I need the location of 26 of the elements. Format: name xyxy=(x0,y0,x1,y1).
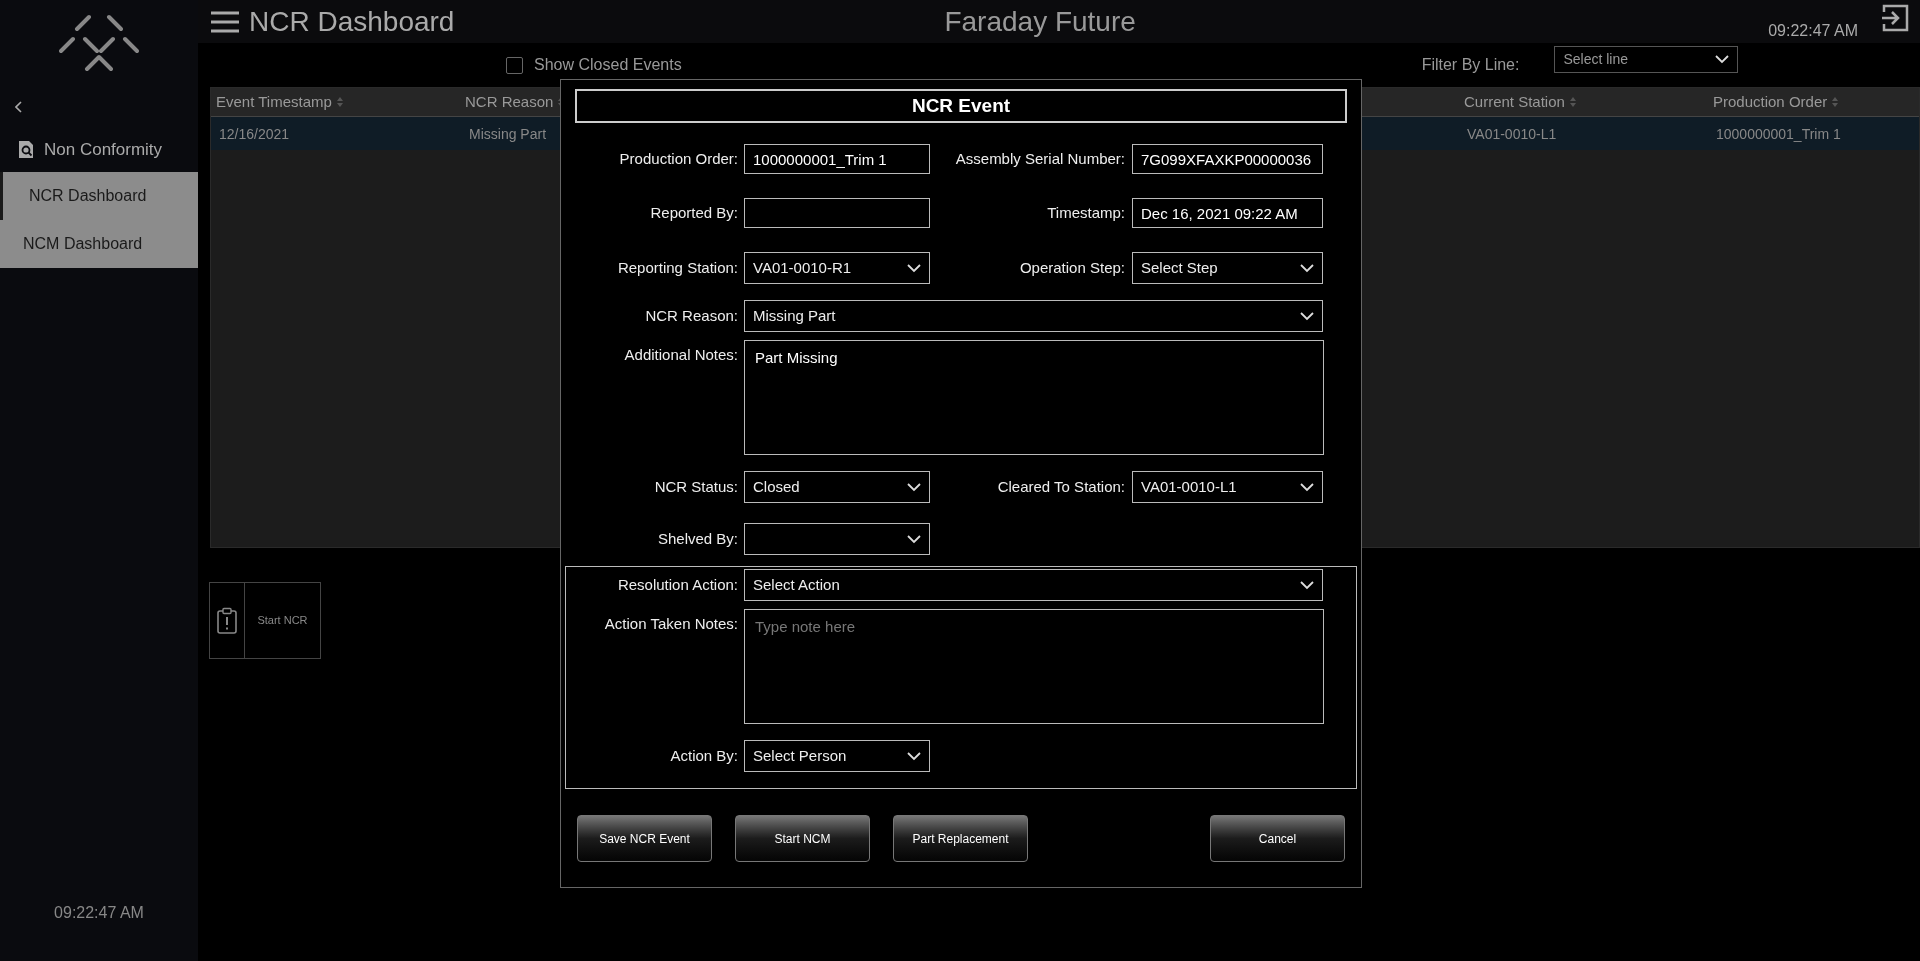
field-label: Resolution Action: xyxy=(616,574,738,595)
brand-title: Faraday Future xyxy=(944,4,1136,39)
field-label: Timestamp: xyxy=(1046,202,1125,223)
dialog-title: NCR Event xyxy=(911,93,1011,118)
field-label: NCR Reason: xyxy=(644,305,738,326)
field-label: Shelved By: xyxy=(656,528,738,549)
field-label: Action Taken Notes: xyxy=(603,614,738,634)
clock-text: 09:22:47 AM xyxy=(1768,20,1858,41)
section-title: Non Conformity xyxy=(44,138,163,161)
field-label: Action By: xyxy=(669,745,738,766)
checkbox-label: Show Closed Events xyxy=(534,55,682,75)
filter-label: Filter By Line: xyxy=(1421,55,1520,75)
table-cell: VA01-0010-L1 xyxy=(1467,125,1557,142)
clock-text: 09:22:47 AM xyxy=(53,903,145,923)
field-label: Production Order: xyxy=(618,148,738,169)
table-cell: 12/16/2021 xyxy=(219,125,290,142)
field-label: Reported By: xyxy=(649,202,738,223)
field-label: Additional Notes: xyxy=(623,345,738,365)
field-label: Cleared To Station: xyxy=(996,476,1125,497)
page-title: NCR Dashboard xyxy=(249,4,455,39)
field-label: NCR Status: xyxy=(653,476,738,497)
field-label: Assembly Serial Number: xyxy=(954,148,1125,169)
field-label: Operation Step: xyxy=(1018,257,1125,278)
field-label: Reporting Station: xyxy=(616,257,738,278)
table-cell: Missing Part xyxy=(469,125,547,142)
table-cell: 1000000001_Trim 1 xyxy=(1716,125,1841,142)
